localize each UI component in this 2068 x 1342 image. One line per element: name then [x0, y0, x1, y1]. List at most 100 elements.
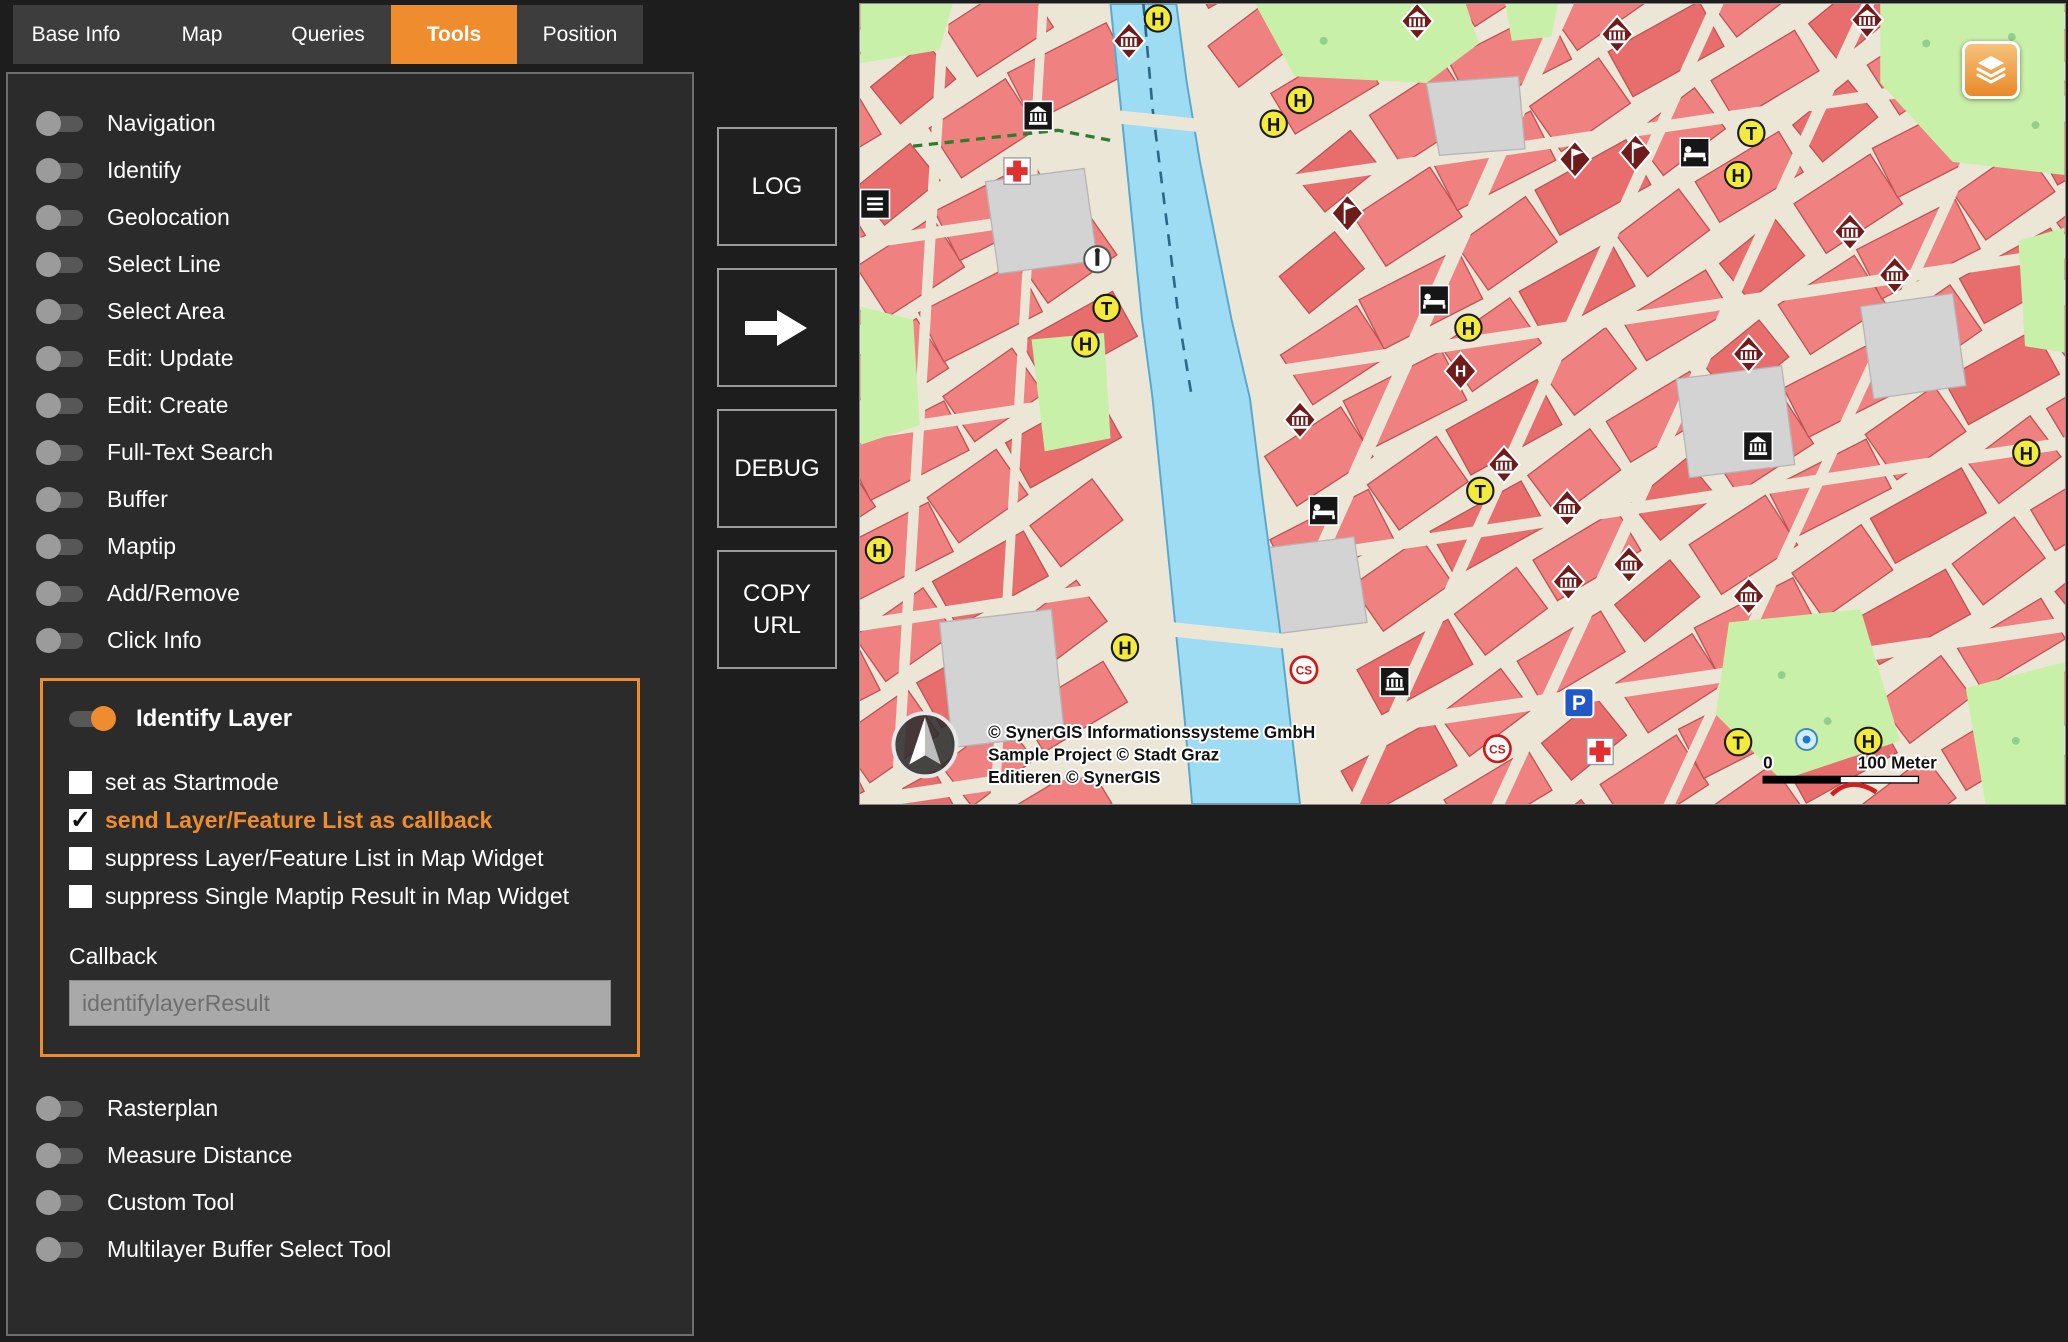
toggle-switch-custom-tool[interactable]: [38, 1195, 83, 1211]
map-marker-museum-square[interactable]: [1743, 432, 1772, 461]
map-marker-museum-square[interactable]: [1380, 667, 1409, 696]
map-marker-hotel[interactable]: H: [1287, 87, 1313, 113]
map-marker-hotel[interactable]: H: [1855, 728, 1881, 754]
option-suppress-layer-feature-list-in-map-widget[interactable]: suppress Layer/Feature List in Map Widge…: [69, 839, 611, 877]
tool-row-measure-distance: Measure Distance: [38, 1132, 692, 1179]
toggle-knob: [36, 534, 61, 559]
toggle-knob: [36, 1237, 61, 1262]
tool-row-add-remove: Add/Remove: [38, 570, 692, 617]
svg-text:H: H: [1118, 638, 1131, 659]
map-marker-fountain[interactable]: [1796, 729, 1817, 750]
toggle-label: Add/Remove: [107, 580, 240, 607]
toggle-label: Navigation: [107, 110, 216, 137]
map-canvas[interactable]: HHHTHTHHHHTHHCSPCSTH © SynerGIS Informat…: [860, 4, 2065, 804]
svg-text:T: T: [1475, 481, 1487, 502]
map-marker-parking[interactable]: P: [1564, 688, 1593, 717]
svg-text:H: H: [1079, 334, 1092, 355]
toggle-switch-multilayer-buffer-select-tool[interactable]: [38, 1242, 83, 1258]
toggle-switch-navigation[interactable]: [38, 116, 83, 132]
map-marker-tram[interactable]: T: [1725, 729, 1751, 755]
toggle-switch-click-info[interactable]: [38, 633, 83, 649]
toggle-knob: [36, 158, 61, 183]
attribution-line-3: Editieren © SynerGIS: [988, 768, 1160, 787]
tab-base-info[interactable]: Base Info: [13, 5, 139, 64]
toggle-label: Identify: [107, 157, 181, 184]
option-send-layer-feature-list-as-callback[interactable]: send Layer/Feature List as callback: [69, 801, 611, 839]
toggle-label: Edit: Update: [107, 345, 234, 372]
tool-row-edit-create: Edit: Create: [38, 382, 692, 429]
toggle-switch-rasterplan[interactable]: [38, 1101, 83, 1117]
option-suppress-single-maptip-result-in-map-widget[interactable]: suppress Single Maptip Result in Map Wid…: [69, 877, 611, 915]
checkbox-unchecked[interactable]: [69, 847, 92, 870]
svg-text:H: H: [1293, 90, 1306, 111]
toggle-switch-geolocation[interactable]: [38, 210, 83, 226]
map-marker-cs[interactable]: CS: [1484, 736, 1510, 762]
toggle-switch-select-area[interactable]: [38, 304, 83, 320]
toggle-switch-buffer[interactable]: [38, 492, 83, 508]
toggle-label: Select Area: [107, 298, 225, 325]
map-marker-bed[interactable]: [1309, 496, 1338, 525]
svg-text:H: H: [1455, 363, 1466, 380]
toggle-switch-edit-create[interactable]: [38, 398, 83, 414]
tool-row-maptip: Maptip: [38, 523, 692, 570]
toggle-switch-select-line[interactable]: [38, 257, 83, 273]
map-marker-tram[interactable]: T: [1738, 120, 1764, 146]
copy-url-button[interactable]: COPY URL: [717, 550, 837, 669]
checkbox-checked[interactable]: [69, 809, 92, 832]
map-marker-bed[interactable]: [1680, 138, 1709, 167]
toggle-knob: [36, 440, 61, 465]
toggle-switch-edit-update[interactable]: [38, 351, 83, 367]
map-marker-cs[interactable]: CS: [1291, 657, 1317, 683]
tab-queries[interactable]: Queries: [265, 5, 391, 64]
map-marker-menu-square[interactable]: [861, 190, 890, 219]
map-marker-hotel[interactable]: H: [2013, 440, 2039, 466]
map-marker-hotel[interactable]: H: [866, 537, 892, 563]
log-button[interactable]: LOG: [717, 127, 837, 246]
map-marker-bed[interactable]: [1420, 286, 1449, 315]
map-marker-hotel[interactable]: H: [1261, 111, 1287, 137]
attribution-line-2: Sample Project © Stadt Graz: [988, 746, 1219, 765]
option-label: send Layer/Feature List as callback: [105, 807, 492, 833]
compass-icon: [893, 713, 956, 776]
forward-button[interactable]: [717, 268, 837, 387]
toggle-label: Full-Text Search: [107, 439, 273, 466]
checkbox-unchecked[interactable]: [69, 771, 92, 794]
toggle-switch-add-remove[interactable]: [38, 586, 83, 602]
toggle-knob: [36, 205, 61, 230]
toggle-switch-identify[interactable]: [38, 163, 83, 179]
tool-row-navigation: Navigation: [38, 100, 692, 147]
tool-row-click-info: Click Info: [38, 617, 692, 664]
map-marker-tram[interactable]: T: [1467, 478, 1493, 504]
toggle-switch-measure-distance[interactable]: [38, 1148, 83, 1164]
toggle-switch-full-text-search[interactable]: [38, 445, 83, 461]
map-marker-hotel[interactable]: H: [1725, 162, 1751, 188]
debug-button[interactable]: DEBUG: [717, 409, 837, 528]
map-marker-hotel[interactable]: H: [1112, 634, 1138, 660]
checkbox-unchecked[interactable]: [69, 885, 92, 908]
map-marker-cross[interactable]: [1004, 158, 1030, 184]
map-marker-museum-square[interactable]: [1024, 101, 1053, 130]
map-marker-hotel[interactable]: H: [1072, 330, 1098, 356]
map-widget[interactable]: HHHTHTHHHHTHHCSPCSTH © SynerGIS Informat…: [859, 3, 2066, 805]
map-marker-hotel[interactable]: H: [1455, 315, 1481, 341]
svg-text:H: H: [1732, 165, 1745, 186]
toggle-knob: [36, 1143, 61, 1168]
option-set-as-startmode[interactable]: set as Startmode: [69, 763, 611, 801]
tab-map[interactable]: Map: [139, 5, 265, 64]
identify-layer-toggle[interactable]: [69, 711, 114, 727]
svg-text:CS: CS: [1489, 742, 1506, 756]
map-marker-sight[interactable]: [1084, 246, 1110, 272]
toggle-switch-maptip[interactable]: [38, 539, 83, 555]
svg-text:T: T: [1733, 732, 1745, 753]
map-marker-tram[interactable]: T: [1093, 295, 1119, 321]
tab-tools[interactable]: Tools: [391, 5, 517, 64]
map-marker-hotel[interactable]: H: [1145, 5, 1171, 31]
svg-text:H: H: [1462, 318, 1475, 339]
toggle-label: Rasterplan: [107, 1095, 218, 1122]
callback-input[interactable]: [69, 980, 611, 1026]
map-marker-cross[interactable]: [1587, 738, 1613, 764]
tab-position[interactable]: Position: [517, 5, 643, 64]
layers-button[interactable]: [1962, 41, 2020, 99]
svg-text:T: T: [1101, 298, 1113, 319]
svg-text:T: T: [1746, 123, 1758, 144]
